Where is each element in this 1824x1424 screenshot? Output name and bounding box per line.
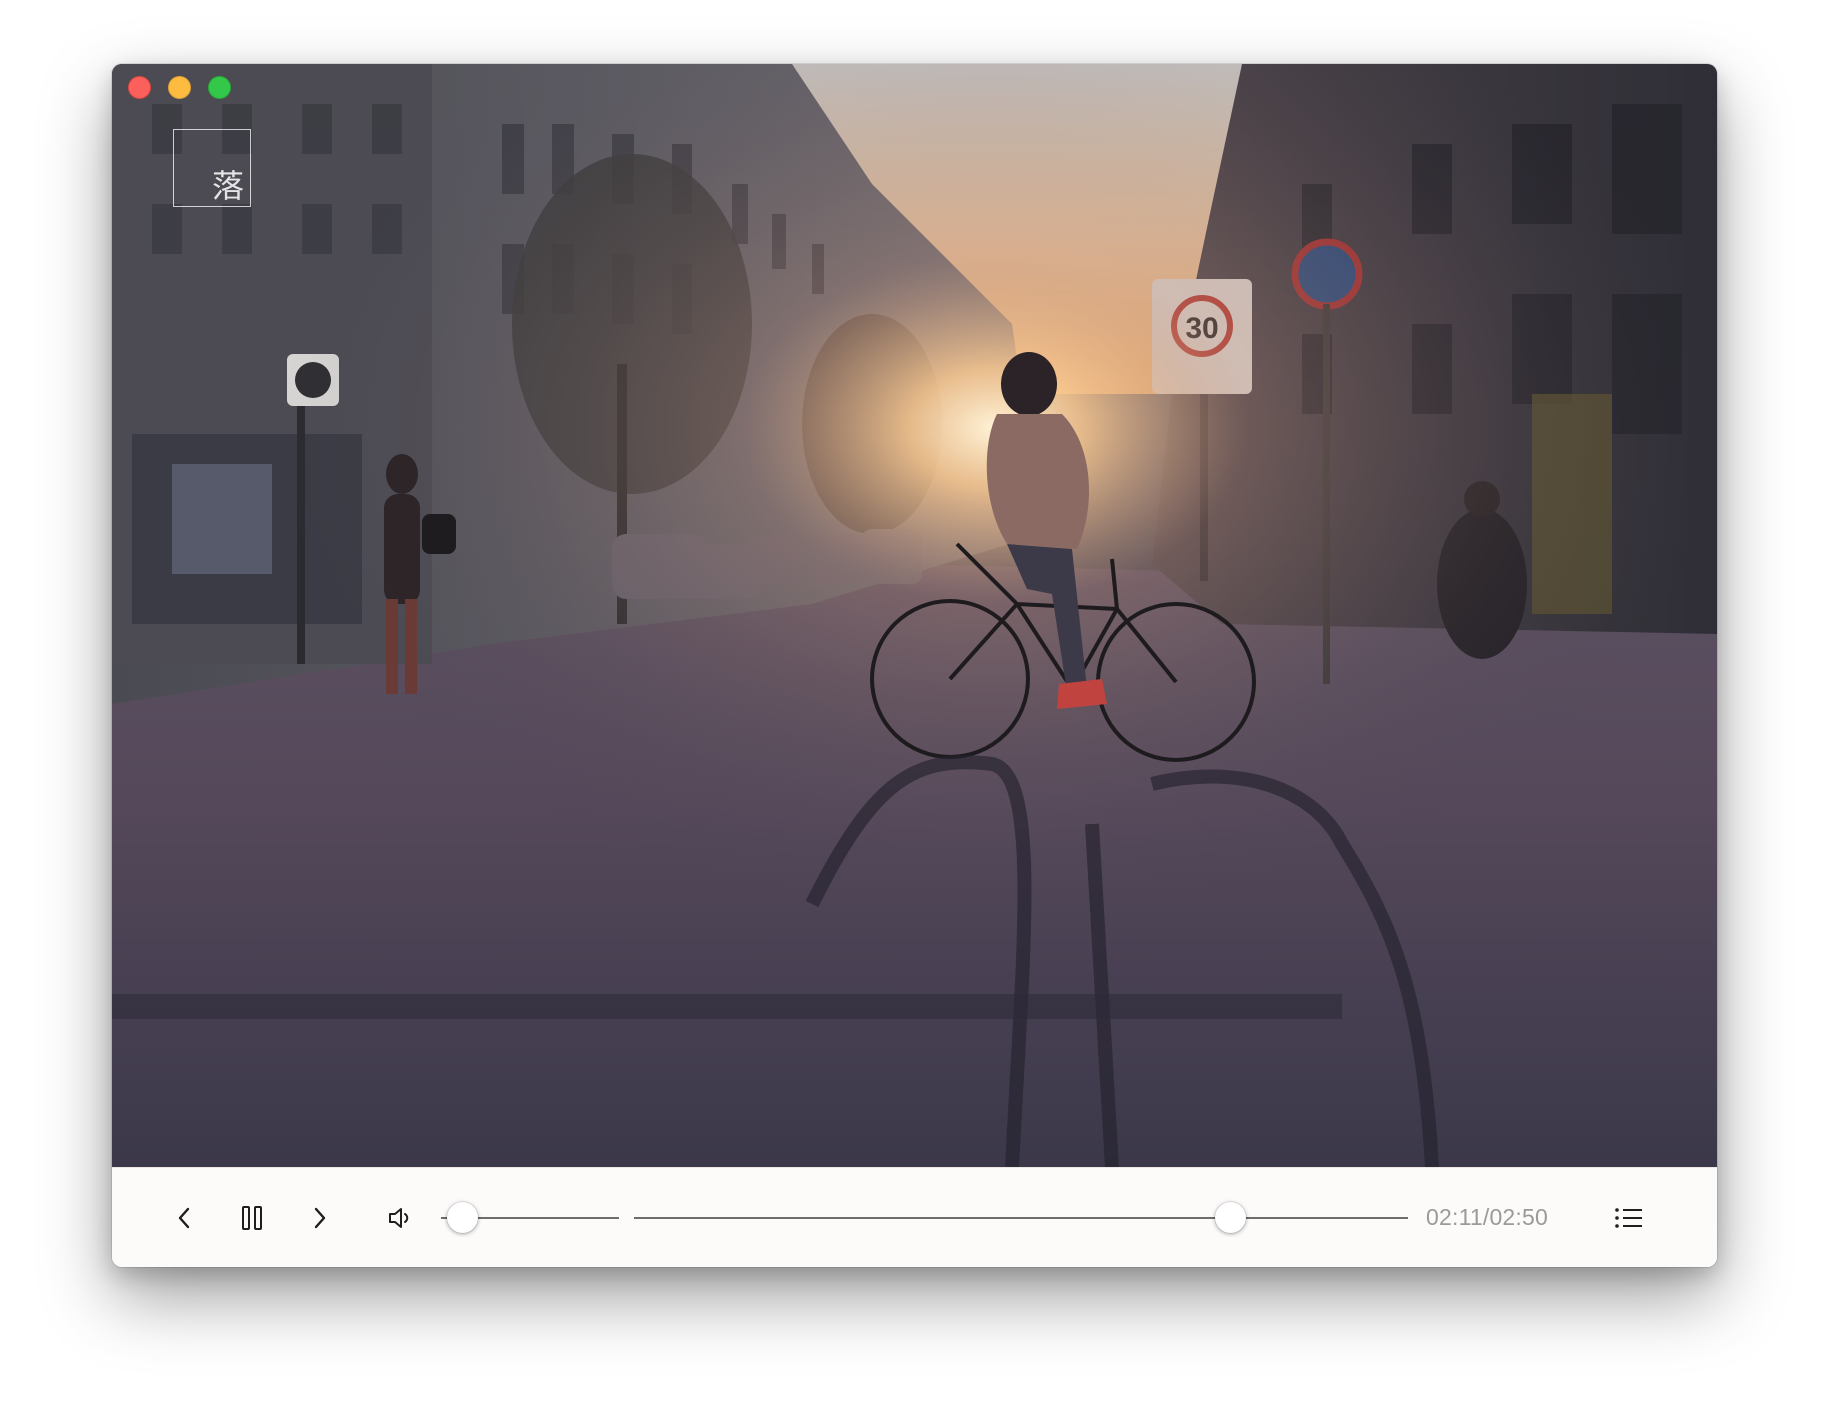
video-image: 30	[112, 64, 1717, 1167]
chevron-left-icon	[178, 1207, 190, 1229]
playlist-button[interactable]	[1611, 1200, 1647, 1236]
pause-icon	[242, 1206, 262, 1230]
progress-knob[interactable]	[1214, 1202, 1246, 1233]
time-display: 02:11/02:50	[1426, 1204, 1548, 1230]
playlist-icon	[1615, 1208, 1642, 1228]
player-window: 30	[112, 64, 1717, 1267]
pause-button[interactable]	[234, 1200, 270, 1236]
volume-knob[interactable]	[447, 1202, 478, 1233]
previous-button[interactable]	[166, 1200, 202, 1236]
chevron-right-icon	[314, 1207, 326, 1229]
speaker-icon	[389, 1208, 409, 1228]
video-frame[interactable]: 30	[112, 64, 1717, 1167]
player-control-bar: 02:11/02:50	[112, 1167, 1717, 1267]
app-logo-text: 落	[211, 167, 244, 205]
progress-slider[interactable]	[634, 1202, 1408, 1234]
next-button[interactable]	[302, 1200, 338, 1236]
volume-slider[interactable]	[441, 1202, 619, 1234]
window-minimize-button[interactable]	[168, 76, 191, 99]
window-close-button[interactable]	[128, 76, 151, 99]
progress-track	[634, 1217, 1408, 1219]
window-zoom-button[interactable]	[208, 76, 231, 99]
volume-button[interactable]	[383, 1200, 419, 1236]
app-logo: 落	[173, 129, 251, 207]
